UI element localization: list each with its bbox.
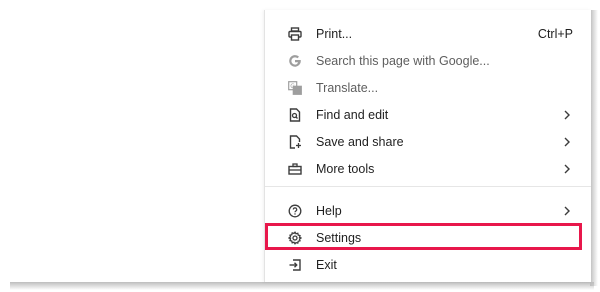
menu-item-label: Help [316,203,342,218]
menu-item-label: Save and share [316,134,404,149]
menu-item-search-with-google[interactable]: Search this page with Google... [265,47,591,74]
menu-item-label: Search this page with Google... [316,53,490,68]
chevron-right-icon [564,206,570,215]
chevron-right-icon [564,110,570,119]
google-g-icon [287,53,303,69]
translate-icon: G [287,80,303,96]
menu-item-exit[interactable]: Exit [265,251,591,278]
menu-item-label: Exit [316,257,337,272]
printer-icon [287,26,303,42]
menu-item-label: Translate... [316,80,379,95]
chevron-right-icon [564,164,570,173]
menu-item-save-and-share[interactable]: Save and share [265,128,591,155]
menu-item-translate[interactable]: G Translate... [265,74,591,101]
help-circle-icon [287,203,303,219]
menu-item-label: Find and edit [316,107,389,122]
screenshot-frame: Print... Ctrl+P Search this page with Go… [0,0,600,292]
settings-highlight-box [265,223,582,250]
save-share-icon [287,134,303,150]
frame-shadow-bottom [10,282,594,290]
toolbox-icon [287,161,303,177]
menu-item-more-tools[interactable]: More tools [265,155,591,182]
exit-icon [287,257,303,273]
menu-item-find-and-edit[interactable]: Find and edit [265,101,591,128]
find-page-icon [287,107,303,123]
svg-text:G: G [290,83,295,90]
frame-shadow-right [590,10,598,286]
menu-item-help[interactable]: Help [265,197,591,224]
menu-item-label: Print... [316,26,353,41]
menu-item-print[interactable]: Print... Ctrl+P [265,20,591,47]
keyboard-shortcut: Ctrl+P [537,26,573,41]
menu-item-label: More tools [316,161,375,176]
chevron-right-icon [564,137,570,146]
menu-separator [265,186,591,187]
